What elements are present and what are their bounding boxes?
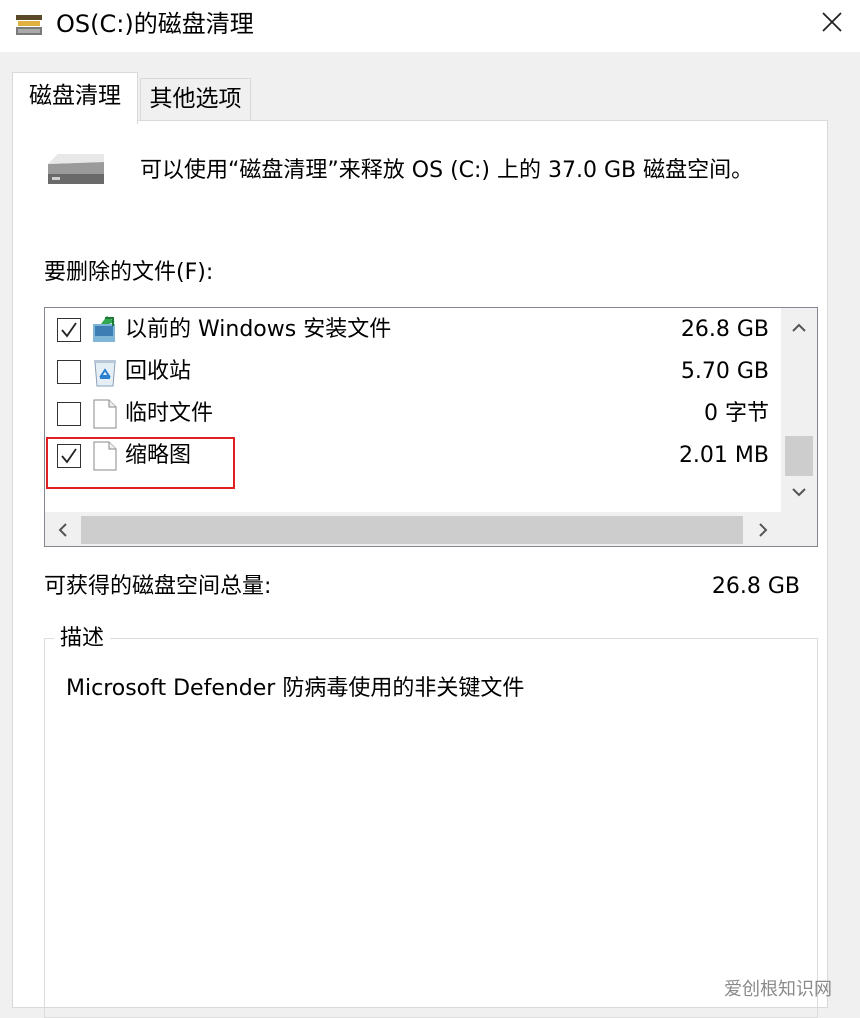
checkbox-unchecked[interactable] [57,402,81,426]
item-size: 26.8 GB [680,317,769,342]
cleanup-info-text: 可以使用“磁盘清理”来释放 OS (C:) 上的 37.0 GB 磁盘空间。 [140,158,754,183]
item-label: 临时文件 [125,401,214,426]
vertical-scroll-thumb[interactable] [785,436,813,476]
horizontal-scroll-thumb[interactable] [81,516,743,544]
close-button[interactable] [804,0,860,44]
item-size: 0 字节 [704,401,769,426]
checkbox-unchecked[interactable] [57,360,81,384]
horizontal-scrollbar[interactable] [45,512,781,546]
recycle-bin-icon [91,356,119,388]
scrollbar-corner [781,512,817,546]
document-icon [91,398,119,430]
highlight-box [46,437,235,489]
checkbox-checked[interactable] [57,318,81,342]
total-space-value: 26.8 GB [711,574,800,599]
window-title: OS(C:)的磁盘清理 [56,10,254,38]
disk-cleanup-icon [14,12,44,38]
item-size: 2.01 MB [678,443,769,468]
watermark: 爱创根知识网 [724,979,832,1000]
list-item[interactable]: 以前的 Windows 安装文件 26.8 GB [45,310,781,352]
item-size: 5.70 GB [680,359,769,384]
description-legend: 描述 [54,624,111,654]
files-to-delete-label: 要删除的文件(F): [44,260,214,285]
scroll-down-icon[interactable] [789,482,809,502]
close-icon [822,12,842,32]
total-space-label: 可获得的磁盘空间总量: [44,574,272,599]
description-text: Microsoft Defender 防病毒使用的非关键文件 [66,676,525,701]
item-label: 以前的 Windows 安装文件 [125,317,392,342]
title-bar: OS(C:)的磁盘清理 [0,0,860,52]
list-item[interactable]: 临时文件 0 字节 [45,394,781,436]
tab-disk-cleanup[interactable]: 磁盘清理 [12,72,138,124]
list-item[interactable]: 回收站 5.70 GB [45,352,781,394]
scroll-right-icon[interactable] [753,520,773,540]
item-label: 回收站 [125,359,192,384]
scroll-up-icon[interactable] [789,318,809,338]
tab-other-options[interactable]: 其他选项 [140,78,251,120]
hard-drive-icon [44,150,106,190]
scroll-left-icon[interactable] [53,520,73,540]
files-listbox[interactable]: 以前的 Windows 安装文件 26.8 GB 回收站 5.70 GB 临时文… [44,307,818,547]
vertical-scrollbar[interactable] [781,308,817,512]
windows-update-icon [91,314,119,346]
